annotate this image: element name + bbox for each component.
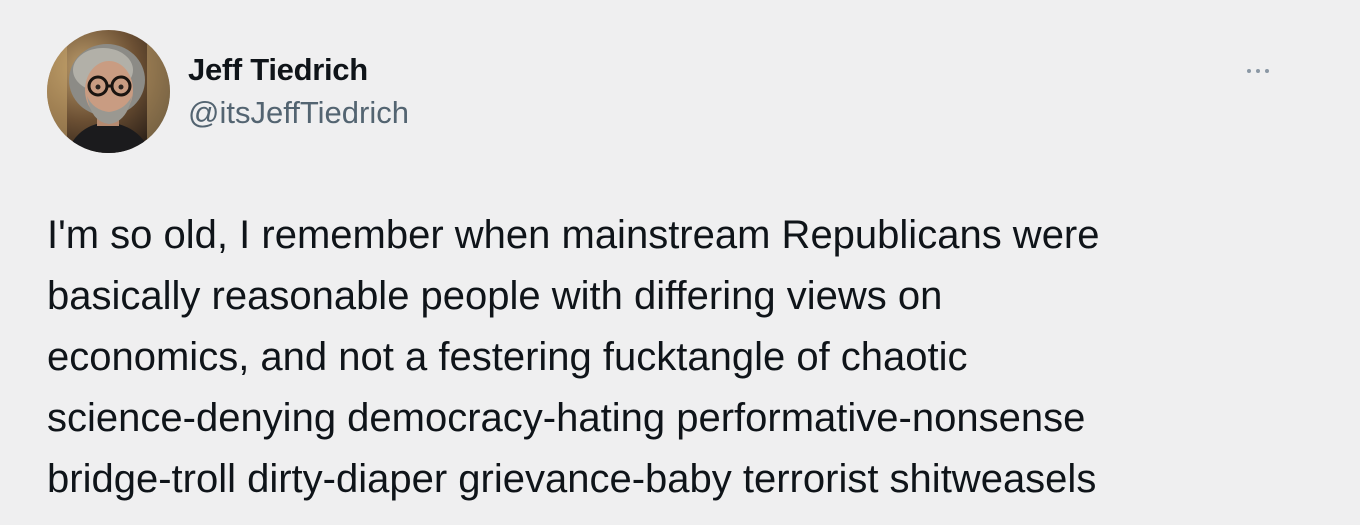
tweet-text: I'm so old, I remember when mainstream R… [47, 205, 1327, 510]
more-horizontal-icon [1247, 69, 1251, 73]
profile-photo-icon [47, 30, 170, 153]
tweet-text-line: science-denying democracy-hating perform… [47, 396, 1086, 440]
author-display-name[interactable]: Jeff Tiedrich [188, 52, 368, 88]
author-handle[interactable]: @itsJeffTiedrich [188, 95, 409, 131]
tweet-text-line: I'm so old, I remember when mainstream R… [47, 213, 1100, 257]
tweet-text-line: economics, and not a festering fucktangl… [47, 335, 968, 379]
more-options-button[interactable] [1236, 56, 1280, 86]
more-horizontal-icon [1256, 69, 1260, 73]
more-horizontal-icon [1265, 69, 1269, 73]
tweet-text-line: basically reasonable people with differi… [47, 274, 943, 318]
tweet-card: Jeff Tiedrich @itsJeffTiedrich I'm so ol… [0, 0, 1360, 525]
tweet-text-line: bridge-troll dirty-diaper grievance-baby… [47, 457, 1097, 501]
author-avatar[interactable] [47, 30, 170, 153]
